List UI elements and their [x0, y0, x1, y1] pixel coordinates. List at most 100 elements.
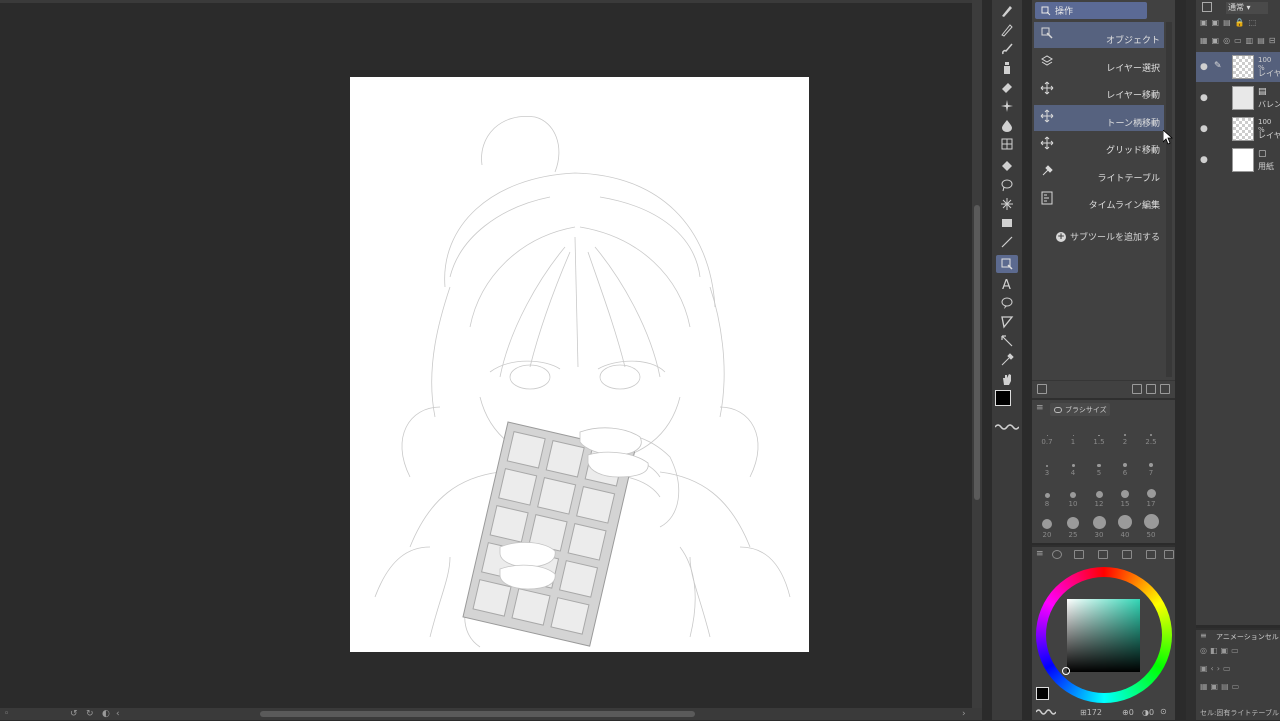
- animation-toolbar-3[interactable]: ▦▣▤▭: [1200, 682, 1280, 694]
- layer-toolbar-bottom[interactable]: ▦▣◎▭▥▤⊟: [1200, 36, 1280, 48]
- drawing-canvas[interactable]: [350, 77, 809, 652]
- scroll-left-icon[interactable]: ‹: [116, 709, 120, 719]
- eyedropper-tool-icon[interactable]: [996, 351, 1018, 369]
- brush-size-option[interactable]: 2: [1112, 418, 1138, 446]
- brush-size-option[interactable]: 5: [1086, 449, 1112, 477]
- decoration-tool-icon[interactable]: [996, 97, 1018, 115]
- lasso-tool-icon[interactable]: [996, 176, 1018, 194]
- panel-divider[interactable]: [1186, 0, 1196, 720]
- blend-mode-select[interactable]: 通常 ▾: [1226, 2, 1268, 14]
- eye-icon[interactable]: ●: [1200, 93, 1208, 103]
- eraser-tool-icon[interactable]: [996, 78, 1018, 96]
- brush-size-option[interactable]: 1.5: [1086, 418, 1112, 446]
- subtool-settings-icon[interactable]: [1037, 384, 1047, 394]
- brush-size-option[interactable]: 30: [1086, 511, 1112, 539]
- subtool-item-timeline-edit[interactable]: タイムライン編集: [1034, 187, 1164, 213]
- color-history-tab-icon[interactable]: [1122, 550, 1132, 559]
- saturation-value-box[interactable]: [1067, 599, 1140, 672]
- brush-size-option[interactable]: 2.5: [1138, 418, 1164, 446]
- brush-size-option[interactable]: 15: [1112, 480, 1138, 508]
- main-color-swatch[interactable]: [995, 390, 1011, 406]
- eye-icon[interactable]: ●: [1200, 155, 1208, 165]
- correct-line-tool-icon[interactable]: [996, 332, 1018, 350]
- panel-menu-icon[interactable]: ≡: [1036, 403, 1044, 413]
- brush-size-option[interactable]: 3: [1034, 449, 1060, 477]
- color-slider-tab-icon[interactable]: [1098, 550, 1108, 559]
- add-subtool-button[interactable]: + サブツールを追加する: [1056, 230, 1160, 243]
- panel-menu-icon[interactable]: ≡: [1200, 631, 1207, 640]
- subtool-item-object[interactable]: オブジェクト: [1034, 22, 1164, 48]
- layer-row[interactable]: ● ▤ バレンタ: [1196, 83, 1280, 113]
- layer-row[interactable]: ● 100 % レイヤー: [1196, 114, 1280, 144]
- balloon-tool-icon[interactable]: [996, 294, 1018, 312]
- delete-subtool-icon[interactable]: [1160, 384, 1170, 394]
- brush-size-option[interactable]: 6: [1112, 449, 1138, 477]
- eye-icon[interactable]: ●: [1200, 124, 1208, 134]
- brush-size-option[interactable]: 12: [1086, 480, 1112, 508]
- brush-size-option[interactable]: 7: [1138, 449, 1164, 477]
- vertical-scrollbar[interactable]: [972, 0, 982, 710]
- hand-tool-icon[interactable]: [996, 370, 1018, 388]
- canvas-area[interactable]: [0, 0, 972, 710]
- brush-size-option[interactable]: 8: [1034, 480, 1060, 508]
- layer-property-icon[interactable]: [1202, 2, 1212, 12]
- vertical-scroll-thumb[interactable]: [974, 205, 980, 500]
- brush-size-tab[interactable]: ブラシサイズ: [1050, 403, 1110, 416]
- intermediate-color-tab-icon[interactable]: [1146, 550, 1156, 559]
- subtool-group-tab[interactable]: 操作: [1035, 2, 1147, 19]
- horizontal-scroll-thumb[interactable]: [260, 711, 695, 717]
- brush-size-panel: ≡ ブラシサイズ 0.7 1 1.5 2 2.5 3 4 5 6 7 8 10 12 15 17 20 25 30…: [1032, 398, 1175, 543]
- brush-size-value: 8: [1044, 500, 1050, 508]
- color-picker-cursor[interactable]: [1062, 667, 1070, 675]
- scroll-right-icon[interactable]: ›: [962, 709, 966, 719]
- main-color-chip[interactable]: [1036, 687, 1049, 700]
- fill-tool-icon[interactable]: [996, 157, 1018, 175]
- color-wheel-tab-icon[interactable]: [1052, 550, 1062, 559]
- panel-menu-icon[interactable]: ≡: [1036, 549, 1044, 559]
- layer-row[interactable]: ● ▢ 用紙: [1196, 145, 1280, 175]
- ruler-tool-icon[interactable]: [996, 313, 1018, 331]
- brush-size-option[interactable]: 0.7: [1034, 418, 1060, 446]
- blend-tool-icon[interactable]: [996, 116, 1018, 134]
- subtool-item-light-table[interactable]: ライトテーブル: [1034, 160, 1164, 186]
- subtool-scrollbar[interactable]: [1166, 22, 1172, 377]
- rotate-right-icon[interactable]: ↻: [86, 709, 94, 719]
- gradient-tool-icon[interactable]: [996, 214, 1018, 232]
- panel-collapse-icon[interactable]: [1164, 550, 1174, 559]
- wave-pattern-icon[interactable]: [994, 416, 1020, 430]
- frame-border-tool-icon[interactable]: [996, 135, 1018, 153]
- operation-tool-icon[interactable]: [996, 255, 1018, 273]
- subtool-item-layer-select[interactable]: レイヤー選択: [1034, 50, 1164, 76]
- pen-tool-icon[interactable]: [996, 2, 1018, 20]
- brush-size-option[interactable]: 1: [1060, 418, 1086, 446]
- copy-subtool-icon[interactable]: [1132, 384, 1142, 394]
- flip-icon[interactable]: ◐: [102, 709, 110, 719]
- auto-select-tool-icon[interactable]: [996, 195, 1018, 213]
- brush-size-option[interactable]: 10: [1060, 480, 1086, 508]
- color-set-tab-icon[interactable]: [1074, 550, 1084, 559]
- brush-size-option[interactable]: 50: [1138, 511, 1164, 539]
- brush-size-option[interactable]: 25: [1060, 511, 1086, 539]
- pencil-tool-icon[interactable]: [996, 21, 1018, 39]
- animation-toolbar[interactable]: ◎◧▣▭: [1200, 646, 1280, 658]
- eye-icon[interactable]: ●: [1200, 62, 1208, 72]
- brush-size-option[interactable]: 17: [1138, 480, 1164, 508]
- color-mode-icon[interactable]: ⊙: [1160, 707, 1167, 716]
- layer-toolbar-top[interactable]: ▣▣▤🔒⬚: [1200, 18, 1280, 30]
- wave-pattern-icon[interactable]: [1035, 708, 1057, 718]
- brush-size-option[interactable]: 40: [1112, 511, 1138, 539]
- subtool-item-tone-move[interactable]: トーン柄移動: [1034, 105, 1164, 131]
- figure-tool-icon[interactable]: [996, 233, 1018, 251]
- subtool-item-layer-move[interactable]: レイヤー移動: [1034, 77, 1164, 103]
- rotate-left-icon[interactable]: ↺: [70, 709, 78, 719]
- text-tool-icon[interactable]: A: [996, 275, 1018, 293]
- airbrush-tool-icon[interactable]: [996, 59, 1018, 77]
- brush-tool-icon[interactable]: [996, 40, 1018, 58]
- animation-toolbar-2[interactable]: ▣‹›▭: [1200, 664, 1280, 676]
- subtool-item-grid-move[interactable]: グリッド移動: [1034, 132, 1164, 158]
- brush-size-option[interactable]: 4: [1060, 449, 1086, 477]
- duplicate-subtool-icon[interactable]: [1146, 384, 1156, 394]
- brush-size-option[interactable]: 20: [1034, 511, 1060, 539]
- zoom-out-icon[interactable]: ◦: [4, 709, 9, 719]
- layer-row[interactable]: ● ✎ 100 % レイヤー: [1196, 52, 1280, 82]
